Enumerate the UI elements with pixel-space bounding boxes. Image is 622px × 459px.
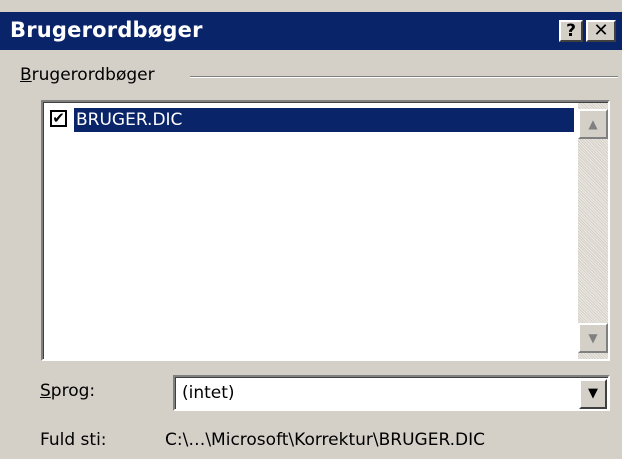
vertical-scrollbar[interactable]: ▲ ▼ (578, 103, 608, 359)
full-path-value: C:\…\Microsoft\Korrektur\BRUGER.DIC (165, 430, 486, 450)
language-select-value: (intet) (182, 383, 235, 403)
close-icon: ✕ (593, 20, 609, 41)
close-button[interactable]: ✕ (586, 20, 616, 42)
full-path-label: Fuld sti: (40, 430, 107, 450)
checkmark-icon: ✔ (52, 109, 65, 127)
dictionary-dialog: Brugerordbøger ? ✕ Brugerordbøger ✔ BRUG… (0, 0, 622, 459)
chevron-up-icon: ▲ (588, 117, 598, 131)
language-select-frame: (intet) ▼ (175, 377, 608, 409)
title-bar[interactable]: Brugerordbøger ? ✕ (0, 12, 622, 50)
language-label-accesskey: S (40, 381, 51, 401)
language-label-text: prog: (50, 381, 96, 401)
chevron-down-icon: ▼ (588, 386, 598, 401)
language-select[interactable]: (intet) ▼ (173, 375, 610, 411)
scroll-down-button[interactable]: ▼ (578, 323, 608, 353)
dictionary-checkbox[interactable]: ✔ (50, 110, 67, 127)
group-header: Brugerordbøger (20, 65, 163, 85)
group-header-accesskey: B (20, 65, 32, 85)
dialog-title: Brugerordbøger (10, 18, 203, 42)
group-header-text: rugerordbøger (31, 65, 155, 85)
chevron-down-icon: ▼ (588, 331, 598, 345)
scroll-up-button[interactable]: ▲ (578, 109, 608, 139)
dictionary-listbox[interactable]: ✔ BRUGER.DIC ▲ ▼ (41, 100, 610, 361)
help-button[interactable]: ? (559, 20, 583, 42)
language-label: Sprog: (40, 381, 95, 401)
listbox-frame: ✔ BRUGER.DIC ▲ ▼ (43, 102, 608, 359)
list-item[interactable]: ✔ BRUGER.DIC (48, 108, 576, 132)
help-icon: ? (566, 21, 576, 41)
list-item-label[interactable]: BRUGER.DIC (74, 108, 574, 132)
group-divider (190, 76, 618, 78)
language-dropdown-button[interactable]: ▼ (579, 379, 607, 409)
